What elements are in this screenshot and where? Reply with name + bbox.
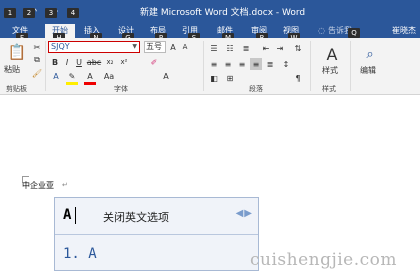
keytip: 3 bbox=[45, 8, 57, 18]
numbering-icon[interactable]: ☷ bbox=[224, 42, 236, 54]
subscript-icon[interactable]: x₂ bbox=[104, 56, 116, 68]
shrink-font-icon[interactable]: A bbox=[180, 42, 190, 52]
paste-icon[interactable]: 📋 bbox=[6, 42, 28, 62]
next-page-icon[interactable]: ▶ bbox=[244, 208, 252, 219]
user-name[interactable]: 崔晓杰 bbox=[392, 24, 416, 38]
text-effects-icon[interactable]: A bbox=[50, 70, 62, 82]
strikethrough-icon[interactable]: abc bbox=[87, 56, 101, 68]
underline-icon[interactable]: U bbox=[74, 56, 84, 68]
prev-page-icon[interactable]: ◀ bbox=[236, 208, 244, 219]
styles-label[interactable]: 样式 bbox=[322, 65, 338, 76]
group-divider bbox=[203, 41, 204, 91]
group-label-paragraph: 段落 bbox=[249, 85, 263, 93]
font-name-value: SJQY bbox=[51, 42, 70, 51]
group-divider bbox=[310, 41, 311, 91]
char-border-icon[interactable]: A bbox=[160, 70, 172, 82]
window-title: 新建 Microsoft Word 文档.docx - Word bbox=[140, 8, 306, 18]
align-left-icon[interactable]: ≡ bbox=[208, 58, 220, 70]
shading-icon[interactable]: ◧ bbox=[208, 72, 220, 84]
format-painter-icon[interactable]: 🖌 bbox=[32, 68, 42, 78]
title-bar: ▣ ↶ ↷ ▾ 新建 Microsoft Word 文档.docx - Word bbox=[0, 0, 420, 24]
font-size-value: 五号 bbox=[146, 42, 162, 51]
group-label-clipboard: 剪贴板 bbox=[6, 85, 27, 93]
ime-input-code: A bbox=[63, 207, 72, 223]
ribbon-home: 📋 粘贴 ✂ ⧉ 🖌 剪贴板 SJQY ▼ 五号 A A B I U abc x… bbox=[0, 38, 420, 95]
ime-page-arrows: ◀ ▶ bbox=[236, 208, 252, 219]
keytip: 4 bbox=[67, 8, 79, 18]
change-case-icon[interactable]: Aa bbox=[102, 70, 116, 82]
find-icon[interactable]: ⌕ bbox=[360, 44, 380, 64]
ime-caret bbox=[75, 207, 76, 224]
increase-indent-icon[interactable]: ⇥ bbox=[274, 42, 286, 54]
ime-composition-row: A 关闭英文选项 ◀ ▶ bbox=[55, 198, 258, 235]
tell-me-box[interactable]: ◌ 告诉我 bbox=[318, 24, 352, 38]
ime-close-english-option[interactable]: 关闭英文选项 bbox=[103, 209, 169, 225]
copy-icon[interactable]: ⧉ bbox=[32, 55, 42, 65]
lightbulb-icon: ◌ bbox=[318, 26, 325, 35]
editing-label[interactable]: 编辑 bbox=[360, 65, 376, 76]
group-label-styles: 样式 bbox=[322, 85, 336, 93]
bold-icon[interactable]: B bbox=[50, 56, 60, 68]
bullets-icon[interactable]: ☰ bbox=[208, 42, 220, 54]
group-divider bbox=[45, 41, 46, 91]
ime-candidate-panel: A 关闭英文选项 ◀ ▶ 1. A bbox=[54, 197, 259, 271]
cut-icon[interactable]: ✂ bbox=[32, 42, 42, 52]
paragraph-mark: ↵ bbox=[62, 181, 68, 189]
font-size-box[interactable]: 五号 bbox=[144, 41, 166, 53]
styles-icon[interactable]: A bbox=[322, 44, 342, 64]
highlight-icon[interactable]: ✎ bbox=[66, 70, 78, 85]
show-marks-icon[interactable]: ¶ bbox=[292, 72, 304, 84]
keytip: 2 bbox=[23, 8, 35, 18]
font-name-box[interactable]: SJQY ▼ bbox=[48, 41, 140, 53]
italic-icon[interactable]: I bbox=[62, 56, 72, 68]
sort-icon[interactable]: ⇅ bbox=[292, 42, 304, 54]
document-text[interactable]: 中企业亚 bbox=[22, 180, 54, 191]
multilevel-list-icon[interactable]: ≣ bbox=[240, 42, 252, 54]
align-center-icon[interactable]: ≡ bbox=[222, 58, 234, 70]
line-spacing-icon[interactable]: ↕ bbox=[280, 58, 292, 70]
keytip: Q bbox=[348, 28, 360, 38]
decrease-indent-icon[interactable]: ⇤ bbox=[260, 42, 272, 54]
group-divider bbox=[350, 41, 351, 91]
grow-font-icon[interactable]: A bbox=[168, 42, 178, 52]
paste-label[interactable]: 粘贴 bbox=[4, 64, 20, 75]
watermark: cuishengjie.com bbox=[250, 250, 398, 270]
align-right-icon[interactable]: ≡ bbox=[236, 58, 248, 70]
borders-icon[interactable]: ⊞ bbox=[224, 72, 236, 84]
justify-icon[interactable]: ≡ bbox=[250, 58, 262, 70]
superscript-icon[interactable]: x² bbox=[118, 56, 130, 68]
clear-format-icon[interactable]: ✐ bbox=[148, 56, 160, 68]
ime-candidate-1[interactable]: 1. A bbox=[63, 246, 97, 262]
distributed-icon[interactable]: ≣ bbox=[264, 58, 276, 70]
chevron-down-icon: ▼ bbox=[132, 43, 137, 50]
group-label-font: 字体 bbox=[114, 85, 128, 93]
keytip: 1 bbox=[4, 8, 16, 18]
font-color-icon[interactable]: A bbox=[84, 70, 96, 85]
